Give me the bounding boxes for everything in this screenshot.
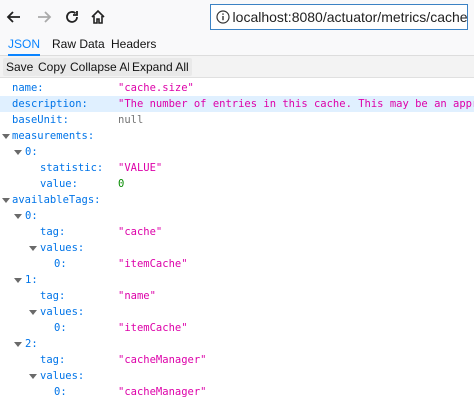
reload-icon: [66, 11, 78, 23]
expand-toggle-icon[interactable]: [13, 336, 23, 352]
json-value: "The number of entries in this cache. Th…: [118, 98, 474, 110]
json-value: "itemCache": [118, 322, 188, 334]
json-key: tag:: [40, 354, 66, 366]
json-row[interactable]: values:: [0, 240, 474, 256]
expand-toggle-icon[interactable]: [1, 128, 11, 144]
json-key: values:: [40, 370, 85, 382]
collapse-all-button[interactable]: Collapse All: [67, 58, 136, 76]
expand-toggle-icon[interactable]: [13, 144, 23, 160]
browser-toolbar: localhost:8080/actuator/metrics/cache.si…: [0, 0, 474, 34]
json-row[interactable]: 1:: [0, 272, 474, 288]
json-key: tag:: [40, 226, 66, 238]
home-button[interactable]: [86, 5, 110, 29]
json-key: statistic:: [40, 162, 104, 174]
site-info-icon[interactable]: [213, 10, 233, 24]
expand-toggle-icon[interactable]: [13, 208, 23, 224]
tab-headers[interactable]: Headers: [111, 34, 156, 55]
json-key: value:: [40, 178, 78, 190]
json-row[interactable]: value: 0: [0, 176, 474, 192]
json-row[interactable]: 2:: [0, 336, 474, 352]
url-text[interactable]: localhost:8080/actuator/metrics/cache.si…: [233, 9, 467, 25]
json-key: 0:: [25, 146, 38, 158]
home-icon: [91, 9, 105, 24]
json-row[interactable]: 0:: [0, 208, 474, 224]
json-row[interactable]: values:: [0, 368, 474, 384]
json-key: 1:: [25, 274, 38, 286]
json-value: "cacheManager": [118, 386, 207, 398]
json-key: 2:: [25, 338, 38, 350]
json-key: description:: [12, 98, 88, 110]
tab-json[interactable]: JSON: [8, 34, 41, 56]
json-row[interactable]: values:: [0, 304, 474, 320]
json-row[interactable]: tag: "name": [0, 288, 474, 304]
save-button[interactable]: Save: [3, 58, 37, 76]
json-value: "name": [118, 290, 156, 302]
json-value: 0: [118, 178, 125, 190]
json-value: "itemCache": [118, 258, 188, 270]
copy-button[interactable]: Copy: [35, 58, 70, 76]
json-row[interactable]: 0: "itemCache": [0, 256, 474, 272]
json-key: 0:: [54, 258, 67, 270]
address-bar[interactable]: localhost:8080/actuator/metrics/cache.si…: [210, 4, 468, 30]
json-row[interactable]: 0: "cacheManager": [0, 384, 474, 400]
json-key: baseUnit:: [12, 114, 69, 126]
json-viewer-tabs: JSON Raw Data Headers: [0, 34, 474, 56]
tab-raw-data[interactable]: Raw Data: [52, 34, 105, 55]
reload-button[interactable]: [60, 5, 84, 29]
json-row[interactable]: tag: "cacheManager": [0, 352, 474, 368]
json-key: values:: [40, 306, 85, 318]
back-button[interactable]: [2, 5, 26, 29]
json-row[interactable]: tag: "cache": [0, 224, 474, 240]
expand-all-button[interactable]: Expand All: [129, 58, 192, 76]
json-row[interactable]: baseUnit: null: [0, 112, 474, 128]
expand-toggle-icon[interactable]: [28, 240, 38, 256]
json-key: measurements:: [12, 130, 95, 142]
json-value: null: [118, 114, 144, 126]
json-toolbar: Save Copy Collapse All Expand All: [0, 56, 474, 78]
json-key: tag:: [40, 290, 66, 302]
json-key: name:: [12, 82, 44, 94]
expand-toggle-icon[interactable]: [1, 192, 11, 208]
json-key: values:: [40, 242, 85, 254]
back-arrow-icon: [6, 11, 20, 23]
json-key: 0:: [54, 386, 67, 398]
json-row[interactable]: 0: "itemCache": [0, 320, 474, 336]
json-key: 0:: [25, 210, 38, 222]
expand-toggle-icon[interactable]: [28, 368, 38, 384]
json-row[interactable]: 0:: [0, 144, 474, 160]
json-key: availableTags:: [12, 194, 101, 206]
json-row[interactable]: measurements:: [0, 128, 474, 144]
json-row[interactable]: availableTags:: [0, 192, 474, 208]
forward-arrow-icon: [38, 11, 52, 23]
forward-button[interactable]: [32, 5, 56, 29]
json-value: "cacheManager": [118, 354, 207, 366]
expand-toggle-icon[interactable]: [13, 272, 23, 288]
json-row[interactable]: statistic: "VALUE": [0, 160, 474, 176]
json-key: 0:: [54, 322, 67, 334]
json-row[interactable]: name: "cache.size": [0, 80, 474, 96]
json-value: "VALUE": [118, 162, 163, 174]
expand-toggle-icon[interactable]: [28, 304, 38, 320]
json-value: "cache.size": [118, 82, 194, 94]
json-row[interactable]: description: "The number of entries in t…: [0, 96, 474, 112]
json-value: "cache": [118, 226, 163, 238]
